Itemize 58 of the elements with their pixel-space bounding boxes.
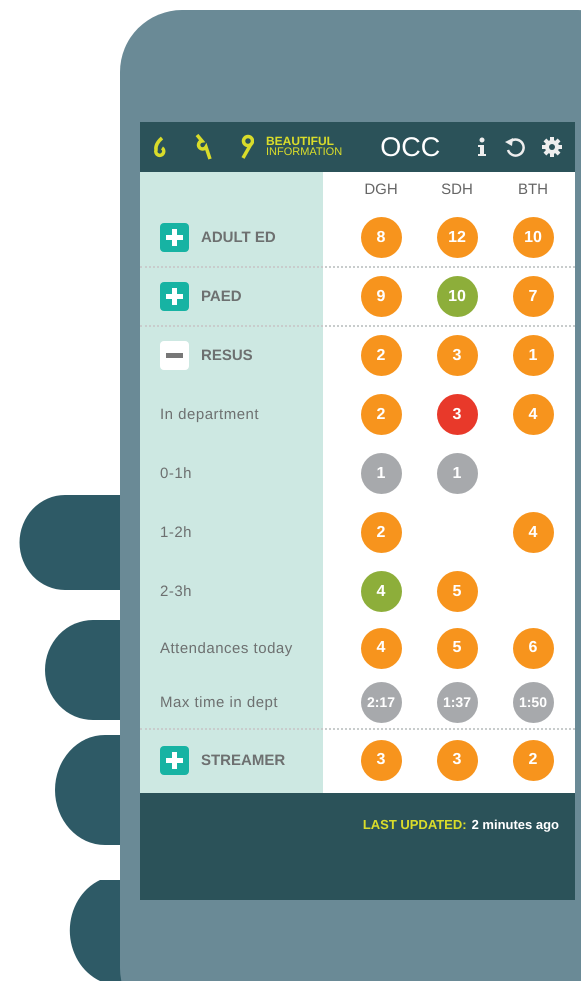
logo-text: BEAUTIFUL — [266, 136, 334, 147]
settings-icon[interactable] — [541, 136, 563, 158]
count-badge: 1 — [436, 453, 478, 494]
count-badge: 6 — [512, 628, 554, 668]
count-badge: 3 — [360, 740, 402, 780]
column-header: SDH — [440, 181, 474, 198]
logo-text: INFORMATION — [266, 147, 342, 158]
count-badge: 1:50 — [512, 682, 554, 722]
count-badge: 7 — [512, 276, 554, 317]
plus-icon — [166, 288, 183, 305]
row-label: In department — [160, 406, 260, 423]
count-badge: 1 — [360, 453, 402, 494]
pin-icon — [240, 134, 254, 160]
row-label: Attendances today — [160, 640, 293, 656]
section-label: RESUS — [201, 347, 253, 364]
row-label: 1-2h — [160, 524, 192, 541]
collapse-button[interactable] — [160, 341, 189, 370]
count-badge: 5 — [436, 571, 478, 612]
last-updated-value: 2 minutes ago — [472, 817, 559, 834]
count-badge: 4 — [360, 571, 402, 612]
expand-button[interactable] — [160, 223, 189, 252]
count-badge: 2:17 — [360, 682, 402, 722]
count-badge: 10 — [512, 217, 554, 258]
row-label: 2-3h — [160, 583, 192, 600]
column-header: DGH — [363, 181, 399, 198]
section-label: STREAMER — [201, 752, 286, 768]
plus-icon — [166, 229, 183, 246]
count-badge: 2 — [360, 394, 402, 435]
count-badge: 4 — [360, 628, 402, 668]
column-header: BTH — [517, 181, 549, 198]
section-label: ADULT ED — [201, 229, 276, 246]
count-badge: 3 — [436, 335, 478, 376]
hook-icon — [152, 136, 168, 158]
count-badge: 4 — [512, 394, 554, 435]
count-badge: 5 — [436, 628, 478, 668]
count-badge: 8 — [360, 217, 402, 258]
count-badge: 2 — [360, 335, 402, 376]
count-badge: 1:37 — [436, 682, 478, 722]
plus-icon — [166, 752, 183, 768]
count-badge: 2 — [360, 512, 402, 553]
count-badge: 2 — [512, 740, 554, 780]
count-badge: 10 — [436, 276, 478, 317]
refresh-icon[interactable] — [503, 136, 527, 158]
count-badge: 9 — [360, 276, 402, 317]
row-label: 0-1h — [160, 465, 192, 482]
count-badge: 12 — [436, 217, 478, 258]
section-label: PAED — [201, 288, 242, 305]
hook-icon — [194, 133, 214, 161]
expand-button[interactable] — [160, 746, 189, 774]
row-label: Max time in dept — [160, 694, 278, 710]
count-badge: 3 — [436, 394, 478, 435]
count-badge: 3 — [436, 740, 478, 780]
count-badge: 1 — [512, 335, 554, 376]
count-badge: 4 — [512, 512, 554, 553]
last-updated-label: LAST UPDATED: — [362, 817, 467, 834]
expand-button[interactable] — [160, 282, 189, 311]
screen-title: OCC — [380, 132, 442, 162]
info-icon[interactable] — [477, 137, 487, 157]
